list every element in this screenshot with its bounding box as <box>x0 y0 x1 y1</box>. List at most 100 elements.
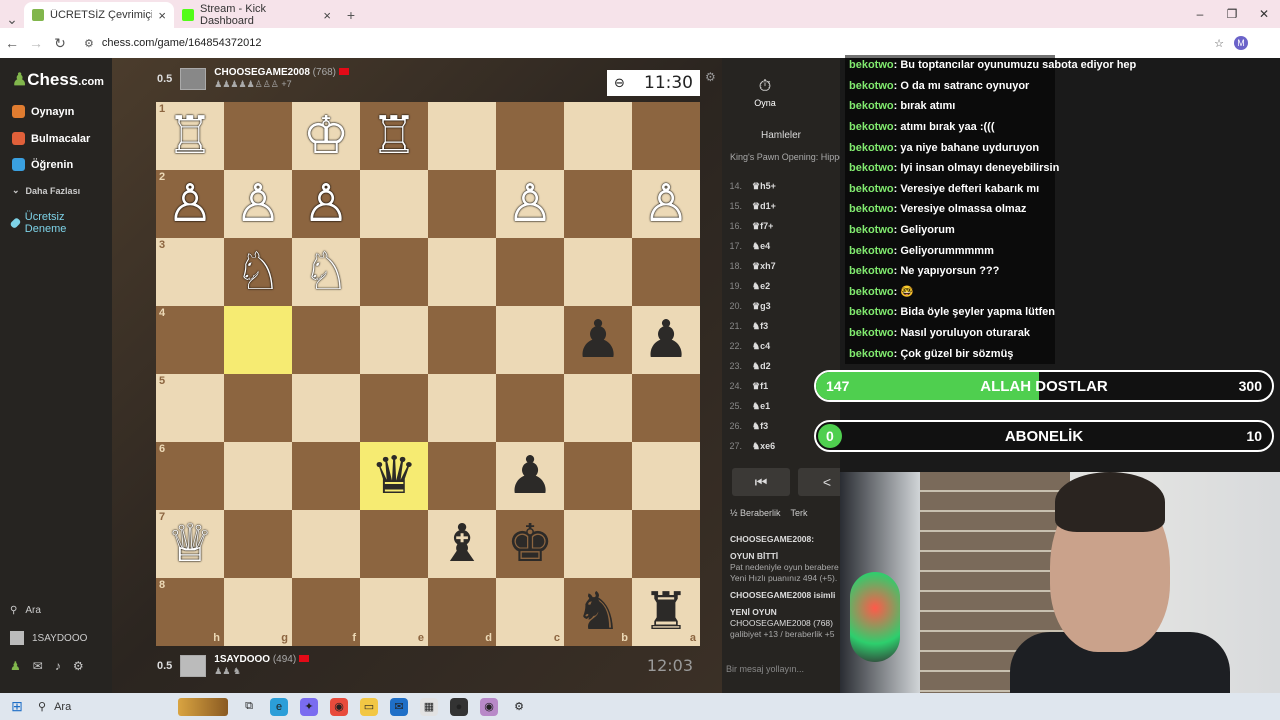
board-square[interactable]: ♙ <box>224 170 292 238</box>
sidebar-item-free-trial[interactable]: Ücretsiz Deneme <box>9 211 82 235</box>
move-white[interactable]: ♞f3 <box>752 421 812 432</box>
white-piece[interactable]: ♖ <box>371 110 418 162</box>
white-piece[interactable]: ♘ <box>235 246 282 298</box>
board-square[interactable] <box>428 442 496 510</box>
board-square[interactable]: f <box>292 578 360 646</box>
board-square[interactable]: ♘ <box>224 238 292 306</box>
board-square[interactable] <box>496 102 564 170</box>
sidebar-user[interactable]: 1SAYDOOO <box>10 631 87 645</box>
black-piece[interactable]: ♜ <box>643 586 690 638</box>
sidebar-item-learn[interactable]: Öğrenin <box>12 158 73 171</box>
white-piece[interactable]: ♙ <box>507 178 554 230</box>
forward-icon[interactable]: → <box>24 35 48 51</box>
move-white[interactable]: ♞e1 <box>752 401 812 412</box>
move-white[interactable]: ♞e2 <box>752 281 812 292</box>
board-square[interactable] <box>632 238 700 306</box>
board-square[interactable]: ♙ <box>632 170 700 238</box>
friends-icon[interactable]: ♟ <box>10 659 21 673</box>
black-piece[interactable]: ♟ <box>643 314 690 366</box>
board-square[interactable] <box>360 238 428 306</box>
black-piece[interactable]: ♞ <box>575 586 622 638</box>
board-square[interactable]: ♜ a <box>632 578 700 646</box>
move-white[interactable]: ♛h5+ <box>752 181 812 192</box>
draw-button[interactable]: ½ Beraberlik <box>730 508 781 518</box>
black-piece[interactable]: ♟ <box>575 314 622 366</box>
board-square[interactable] <box>360 170 428 238</box>
chess-board[interactable]: ♖ 1 ♔ ♖ ♙ 2 ♙ ♙ ♙ ♙ 3 ♘ ♘ 4 ♟ ♟ 5 6 ♛ ♟ ♕ 7 ♝ ♚ 8 h g f e d c ♞ b ♜ a <box>156 102 700 646</box>
board-square[interactable] <box>224 306 292 374</box>
mail-icon[interactable]: ✉ <box>33 659 43 673</box>
board-square[interactable] <box>292 306 360 374</box>
reload-icon[interactable]: ↻ <box>48 35 72 52</box>
chrome-alt-icon[interactable]: ◉ <box>480 697 498 716</box>
move-white[interactable]: ♞xe6 <box>752 441 812 452</box>
avatar[interactable] <box>180 654 207 677</box>
board-square[interactable]: e <box>360 578 428 646</box>
explorer-icon[interactable]: ▭ <box>360 697 378 716</box>
board-square[interactable] <box>428 374 496 442</box>
board-square[interactable] <box>564 374 632 442</box>
board-square[interactable] <box>564 170 632 238</box>
board-square[interactable] <box>632 442 700 510</box>
bookmark-star-icon[interactable]: ☆ <box>1214 37 1224 50</box>
move-white[interactable]: ♞d2 <box>752 361 812 372</box>
url-field[interactable]: ⚙ chess.com/game/164854372012 ☆ M <box>78 32 1248 54</box>
board-square[interactable]: ♞ b <box>564 578 632 646</box>
board-square[interactable] <box>428 306 496 374</box>
board-square[interactable] <box>564 442 632 510</box>
move-white[interactable]: ♞e4 <box>752 241 812 252</box>
avatar[interactable] <box>180 67 207 90</box>
white-piece[interactable]: ♖ <box>167 110 214 162</box>
board-square[interactable] <box>428 238 496 306</box>
board-square[interactable] <box>292 374 360 442</box>
profile-avatar[interactable]: M <box>1234 36 1248 50</box>
tab-kick[interactable]: Stream - Kick Dashboard × <box>174 2 339 28</box>
player-name[interactable]: CHOOSEGAME2008 <box>214 67 310 78</box>
chat-input[interactable]: Bir mesaj yollayın... <box>726 664 804 674</box>
white-piece[interactable]: ♙ <box>235 178 282 230</box>
board-square[interactable]: 5 <box>156 374 224 442</box>
board-square[interactable] <box>496 306 564 374</box>
sidebar-item-play[interactable]: Oynayın <box>12 105 74 118</box>
board-square[interactable]: 4 <box>156 306 224 374</box>
tab-list-chevron-icon[interactable]: ⌄ <box>0 11 24 28</box>
white-piece[interactable]: ♔ <box>303 110 350 162</box>
board-square[interactable] <box>428 170 496 238</box>
move-white[interactable]: ♛d1+ <box>752 201 812 212</box>
board-square[interactable]: ♟ <box>632 306 700 374</box>
white-piece[interactable]: ♙ <box>303 178 350 230</box>
board-square[interactable] <box>632 102 700 170</box>
black-piece[interactable]: ♛ <box>371 450 418 502</box>
gear-icon[interactable]: ⚙ <box>73 659 84 673</box>
board-square[interactable]: ♚ <box>496 510 564 578</box>
chess-logo[interactable]: ♟Chess.com <box>12 70 104 90</box>
calculator-icon[interactable]: ▦ <box>420 697 438 716</box>
board-square[interactable] <box>224 102 292 170</box>
resign-button[interactable]: Terk <box>791 508 808 518</box>
board-square[interactable]: 8h <box>156 578 224 646</box>
white-piece[interactable]: ♙ <box>643 178 690 230</box>
board-square[interactable] <box>292 510 360 578</box>
board-square[interactable]: g <box>224 578 292 646</box>
obs-icon[interactable]: ● <box>450 697 468 716</box>
windows-start-icon[interactable]: ⊞ <box>8 698 26 716</box>
copilot-icon[interactable]: ✦ <box>300 697 318 716</box>
board-square[interactable]: d <box>428 578 496 646</box>
outlook-icon[interactable]: ✉ <box>390 697 408 716</box>
board-square[interactable] <box>632 374 700 442</box>
settings-gear-icon[interactable]: ⚙ <box>705 70 716 84</box>
move-white[interactable]: ♛xh7 <box>752 261 812 272</box>
restore-icon[interactable]: ❐ <box>1216 7 1248 21</box>
board-square[interactable] <box>360 374 428 442</box>
tab-play[interactable]: ⏱ Oyna <box>730 78 800 108</box>
tab-moves[interactable]: Hamleler <box>722 130 840 142</box>
black-piece[interactable]: ♝ <box>439 518 486 570</box>
site-info-icon[interactable]: ⚙ <box>84 37 94 50</box>
edge-icon[interactable]: e <box>270 697 288 716</box>
board-square[interactable] <box>224 374 292 442</box>
bell-icon[interactable]: ♪ <box>55 659 61 673</box>
board-square[interactable] <box>428 102 496 170</box>
board-square[interactable] <box>496 374 564 442</box>
board-square[interactable]: ♝ <box>428 510 496 578</box>
player-name[interactable]: 1SAYDOOO <box>214 654 270 665</box>
